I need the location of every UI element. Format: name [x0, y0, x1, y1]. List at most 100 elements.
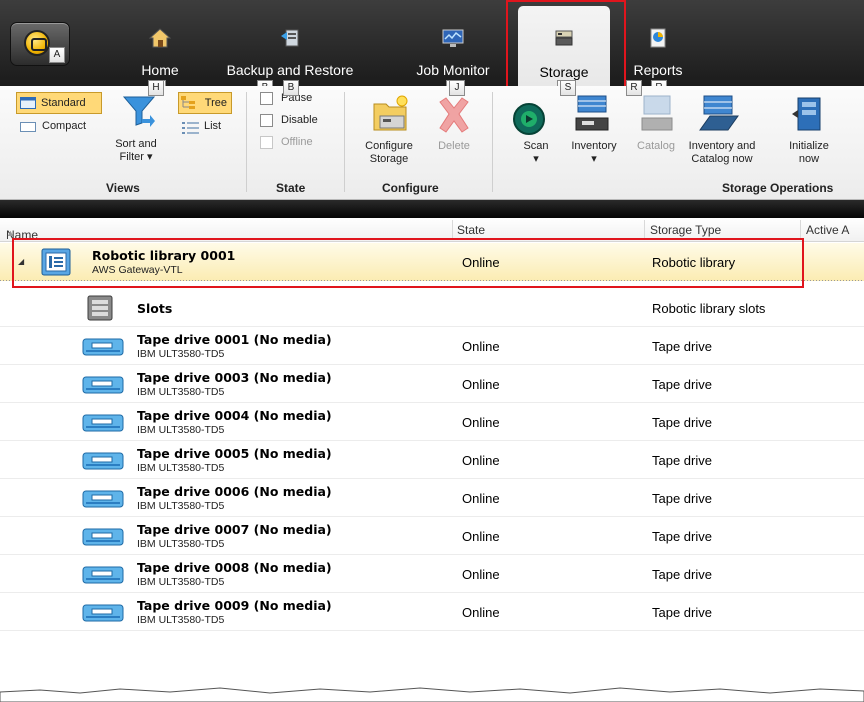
pause-checkbox[interactable]: [260, 92, 273, 105]
column-header-state[interactable]: State: [457, 223, 485, 237]
tape-drive-icon: [82, 604, 124, 622]
delete-button[interactable]: Delete: [434, 140, 474, 153]
tape-drive-icon: [82, 376, 124, 394]
configure-storage-icon: [373, 95, 408, 131]
torn-edge: [0, 687, 864, 702]
ribbon-separator: [246, 92, 247, 192]
list-view-button[interactable]: List: [204, 120, 221, 133]
disable-checkbox[interactable]: [260, 114, 273, 127]
ribbon-bottom-band: [0, 200, 864, 218]
reports-icon: [650, 28, 666, 48]
collapse-arrow-icon[interactable]: ◢: [18, 257, 24, 266]
row-storage-type: Robotic library: [652, 255, 736, 270]
monitor-icon: [442, 29, 464, 47]
table-row[interactable]: Tape drive 0001 (No media) IBM ULT3580-T…: [0, 327, 864, 365]
table-row[interactable]: Tape drive 0006 (No media) IBM ULT3580-T…: [0, 479, 864, 517]
tree-view-label: Tree: [204, 97, 227, 109]
standard-view-label: Standard: [41, 97, 86, 109]
inventory-button[interactable]: Inventory ▾: [566, 140, 622, 166]
row-name: Robotic library 0001: [92, 248, 236, 263]
ribbon-separator: [492, 92, 493, 192]
column-divider[interactable]: [644, 220, 645, 240]
application-menu-button[interactable]: A: [10, 22, 70, 66]
tape-drive-icon: [82, 338, 124, 356]
list-view-label: List: [204, 120, 222, 132]
row-state: Online: [462, 453, 500, 468]
tab-home-label: Home: [141, 62, 179, 78]
table-row[interactable]: Slots Robotic library slots: [0, 289, 864, 327]
row-name: Tape drive 0001 (No media): [137, 332, 332, 347]
scan-button[interactable]: Scan ▾: [520, 140, 552, 166]
column-divider[interactable]: [452, 220, 453, 240]
column-divider[interactable]: [800, 220, 801, 240]
keytip-job-monitor-ribbon: J: [449, 80, 465, 96]
sort-and-filter-button[interactable]: Sort and Filter ▾: [104, 138, 168, 164]
row-state: Online: [462, 491, 500, 506]
scan-label: Scan: [523, 140, 549, 152]
configure-storage-button[interactable]: Configure Storage: [356, 140, 422, 166]
sort-ascending-icon: ▲: [6, 228, 15, 238]
row-name: Tape drive 0007 (No media): [137, 522, 332, 537]
row-name: Tape drive 0006 (No media): [137, 484, 332, 499]
row-model: IBM ULT3580-TD5: [137, 576, 225, 588]
tab-home[interactable]: Home: [128, 0, 192, 86]
list-view-icon: [182, 122, 199, 134]
row-divider: [0, 630, 864, 631]
row-state: Online: [462, 605, 500, 620]
row-state: Online: [462, 529, 500, 544]
table-row[interactable]: Tape drive 0003 (No media) IBM ULT3580-T…: [0, 365, 864, 403]
row-model: IBM ULT3580-TD5: [137, 500, 225, 512]
tab-backup-and-restore[interactable]: Backup and Restore: [214, 0, 366, 86]
sort-filter-label-1: Sort and: [115, 138, 157, 150]
standard-view-icon: [20, 97, 36, 109]
tape-drive-icon: [82, 566, 124, 584]
tab-job-monitor-label: Job Monitor: [416, 62, 490, 78]
filter-funnel-icon: [122, 96, 156, 127]
tab-job-monitor[interactable]: Job Monitor: [404, 0, 502, 86]
state-group-label: State: [276, 181, 306, 195]
initialize-now-button[interactable]: Initialize now: [782, 140, 836, 166]
inventory-and-catalog-icon: [699, 95, 739, 131]
table-row[interactable]: Tape drive 0007 (No media) IBM ULT3580-T…: [0, 517, 864, 555]
offline-checkbox[interactable]: [260, 136, 273, 149]
table-row[interactable]: Tape drive 0008 (No media) IBM ULT3580-T…: [0, 555, 864, 593]
inventory-catalog-label-2: Catalog now: [691, 153, 753, 165]
table-row[interactable]: ◢ Robotic library 0001 AWS Gateway-VTL O…: [0, 243, 864, 281]
column-header-active-alerts[interactable]: Active A: [806, 223, 849, 237]
tree-view-icon: [181, 96, 195, 109]
row-name: Tape drive 0008 (No media): [137, 560, 332, 575]
catalog-button[interactable]: Catalog: [634, 140, 678, 153]
configure-storage-label-1: Configure: [365, 140, 413, 152]
ribbon-separator: [344, 92, 345, 192]
tab-storage[interactable]: Storage: [518, 6, 610, 86]
row-focus-line: [0, 280, 864, 281]
tab-reports[interactable]: Reports: [625, 0, 691, 86]
compact-view-icon: [20, 122, 36, 132]
table-row[interactable]: Tape drive 0004 (No media) IBM ULT3580-T…: [0, 403, 864, 441]
initialize-icon: [792, 97, 821, 131]
row-storage-type: Tape drive: [652, 453, 712, 468]
compact-view-button[interactable]: Compact: [42, 120, 86, 133]
keytip-home-ribbon: H: [148, 80, 164, 96]
row-model: AWS Gateway-VTL: [92, 264, 183, 276]
table-row[interactable]: Tape drive 0005 (No media) IBM ULT3580-T…: [0, 441, 864, 479]
row-state: Online: [462, 567, 500, 582]
row-name: Tape drive 0005 (No media): [137, 446, 332, 461]
tape-drive-icon: [82, 528, 124, 546]
table-row[interactable]: Tape drive 0009 (No media) IBM ULT3580-T…: [0, 593, 864, 631]
row-storage-type: Tape drive: [652, 377, 712, 392]
inventory-and-catalog-now-button[interactable]: Inventory and Catalog now: [686, 140, 758, 166]
app-logo-icon: [24, 30, 50, 56]
row-name: Slots: [137, 301, 173, 316]
home-icon: [149, 28, 171, 48]
column-header-storage-type[interactable]: Storage Type: [650, 223, 721, 237]
row-name: Tape drive 0003 (No media): [137, 370, 332, 385]
keytip-app: A: [49, 47, 65, 63]
scan-icon: [513, 103, 545, 135]
row-model: IBM ULT3580-TD5: [137, 424, 225, 436]
robotic-library-icon: [41, 248, 71, 276]
row-storage-type: Tape drive: [652, 605, 712, 620]
initialize-label-2: now: [798, 153, 820, 165]
ribbon-tab-strip: A Home H Backup and Restore B Job Monito…: [0, 0, 864, 96]
offline-label: Offline: [281, 136, 313, 148]
